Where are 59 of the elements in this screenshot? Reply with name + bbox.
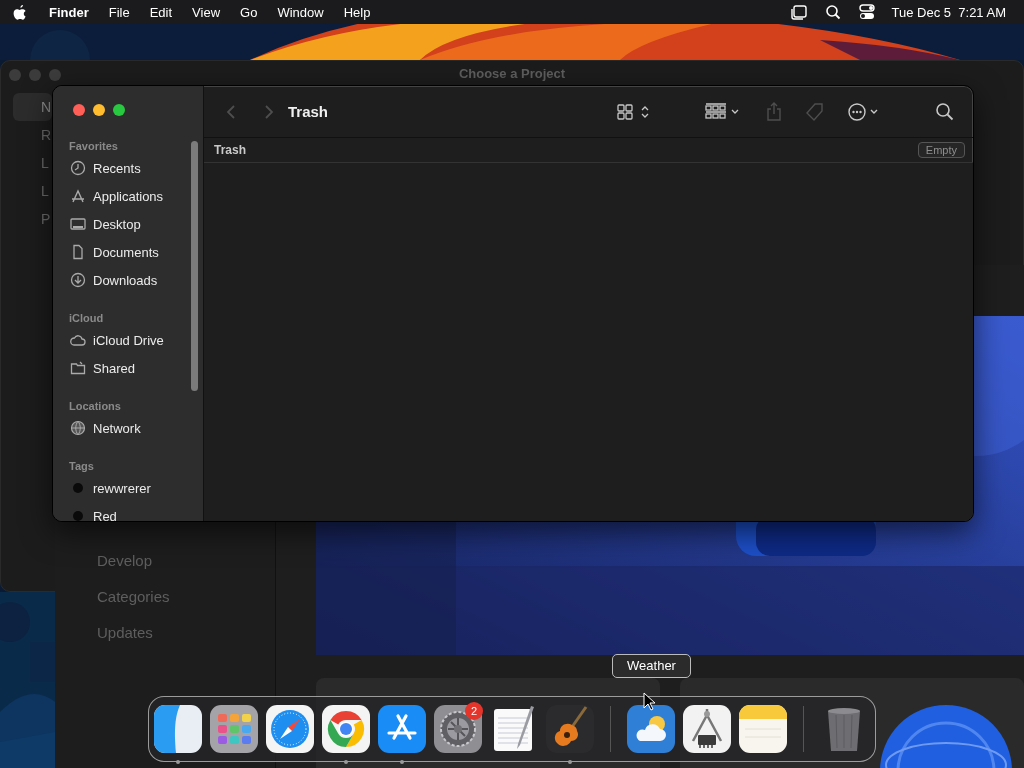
sidebar-item[interactable]: Network (63, 414, 195, 442)
finder-icon[interactable] (154, 705, 202, 753)
path-label: Trash (214, 143, 246, 157)
menu-item[interactable]: Help (334, 2, 380, 22)
menu-item[interactable]: Edit (140, 2, 182, 22)
empty-button[interactable]: Empty (917, 142, 965, 158)
cloud-sun-icon[interactable] (627, 705, 675, 753)
notification-badge: 2 (465, 702, 483, 720)
app-grid-icon[interactable] (210, 705, 258, 753)
app-store-icon[interactable] (378, 705, 426, 753)
section-header: iCloud (68, 312, 105, 326)
toggles-icon[interactable] (857, 4, 876, 20)
sidebar-item[interactable]: Downloads (63, 266, 195, 294)
sidebar-item[interactable]: Shared (63, 354, 195, 382)
caliper-icon[interactable] (683, 705, 731, 753)
window-stack-icon[interactable] (789, 4, 808, 20)
globe-icon (70, 420, 86, 436)
sidebar-item[interactable]: rewwrerer (63, 474, 195, 502)
sidebar-item[interactable]: Recents (63, 154, 195, 182)
folder-title: Trash (288, 103, 330, 120)
notes-icon[interactable] (739, 705, 787, 753)
menu-item[interactable]: Finder (40, 2, 98, 22)
menu-item[interactable]: View (183, 2, 230, 22)
window-title: Choose a Project (458, 66, 566, 81)
minimize-button[interactable] (93, 104, 105, 116)
group-button[interactable] (705, 102, 741, 121)
apple-icon[interactable] (12, 3, 28, 21)
menu-item[interactable]: File (99, 2, 139, 22)
download-icon (70, 272, 86, 288)
sidebar-item[interactable]: Applications (63, 182, 195, 210)
sidebar-item[interactable]: Desktop (63, 210, 195, 238)
scrollbar-thumb[interactable] (191, 141, 198, 391)
sidebar-item[interactable]: Red (63, 502, 195, 521)
gear-icon[interactable] (434, 705, 482, 753)
close-button[interactable] (73, 104, 85, 116)
zoom-button[interactable] (113, 104, 125, 116)
shared-folder-icon (70, 360, 86, 376)
compass-icon[interactable] (266, 705, 314, 753)
desktop-icon (70, 216, 86, 232)
document-icon (70, 244, 86, 260)
apps-icon (70, 188, 86, 204)
guitar-icon[interactable] (546, 705, 594, 753)
view-mode-button[interactable] (617, 102, 651, 121)
search-icon[interactable] (823, 4, 842, 20)
menu-item[interactable]: Window (268, 2, 333, 22)
search-button[interactable] (935, 101, 955, 122)
sidebar-item[interactable]: Documents (63, 238, 195, 266)
dock-divider (610, 706, 611, 752)
section-header: Favorites (68, 140, 119, 154)
menu-item[interactable]: Go (231, 2, 267, 22)
section-header: Tags (68, 460, 95, 474)
dock-divider (803, 706, 804, 752)
tooltip: Weather (612, 654, 691, 678)
clock-icon (70, 160, 86, 176)
cloud-icon (70, 332, 86, 348)
section-header: Locations (68, 400, 122, 414)
color-ring-icon[interactable] (322, 705, 370, 753)
sidebar-item[interactable]: iCloud Drive (63, 326, 195, 354)
clock-text[interactable]: Tue Dec 5 7:21 AM (891, 4, 1006, 20)
